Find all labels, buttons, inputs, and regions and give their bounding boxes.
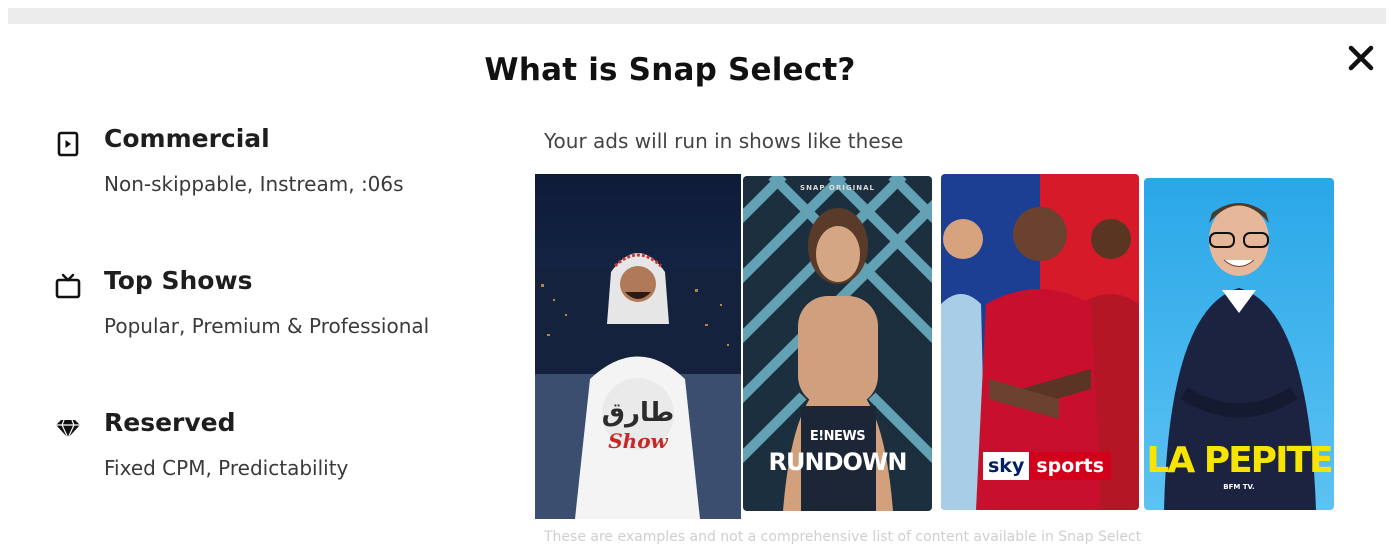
- show-artwork: [535, 174, 741, 519]
- close-icon[interactable]: [1345, 42, 1377, 74]
- show-logo: sky sports: [983, 452, 1112, 480]
- shows-heading: Your ads will run in shows like these: [544, 129, 904, 153]
- show-logo-text: Show: [608, 429, 668, 453]
- modal-title: What is Snap Select?: [484, 52, 856, 88]
- show-logo-text: RUNDOWN: [768, 448, 908, 476]
- feature-description: Popular, Premium & Professional: [104, 314, 430, 338]
- snap-select-modal: What is Snap Select? Commercial Non-skip…: [0, 24, 1394, 558]
- show-thumbnail-sky-sports[interactable]: sky sports: [941, 174, 1139, 510]
- show-badge: SNAP ORIGINAL: [800, 184, 875, 192]
- tv-icon: [54, 272, 82, 300]
- feature-description: Fixed CPM, Predictability: [104, 456, 349, 480]
- top-bar: [8, 8, 1386, 24]
- feature-name: Reserved: [104, 408, 236, 437]
- show-thumbnails: طارق Show SNAP ORIGINAL E!NEWS RUNDOWN s…: [535, 174, 1335, 519]
- disclaimer-text: These are examples and not a comprehensi…: [544, 529, 1142, 545]
- feature-name: Top Shows: [104, 266, 253, 295]
- show-logo-arabic: طارق: [601, 398, 675, 428]
- feature-description: Non-skippable, Instream, :06s: [104, 172, 404, 196]
- diamond-icon: [54, 414, 82, 442]
- show-thumbnail-la-pepite[interactable]: LA PEPITE BFM TV.: [1144, 178, 1334, 510]
- play-square-icon: [54, 130, 82, 158]
- show-thumbnail-rundown[interactable]: SNAP ORIGINAL E!NEWS RUNDOWN: [743, 176, 932, 511]
- show-logo-part: sky: [983, 452, 1030, 480]
- show-logo-text: LA PEPITE: [1146, 440, 1333, 481]
- show-logo-part: sports: [1029, 452, 1112, 480]
- show-thumbnail-tariq[interactable]: طارق Show: [535, 174, 741, 519]
- feature-name: Commercial: [104, 124, 270, 153]
- show-network-logo: BFM TV.: [1223, 483, 1255, 491]
- show-network-logo: E!NEWS: [809, 429, 866, 444]
